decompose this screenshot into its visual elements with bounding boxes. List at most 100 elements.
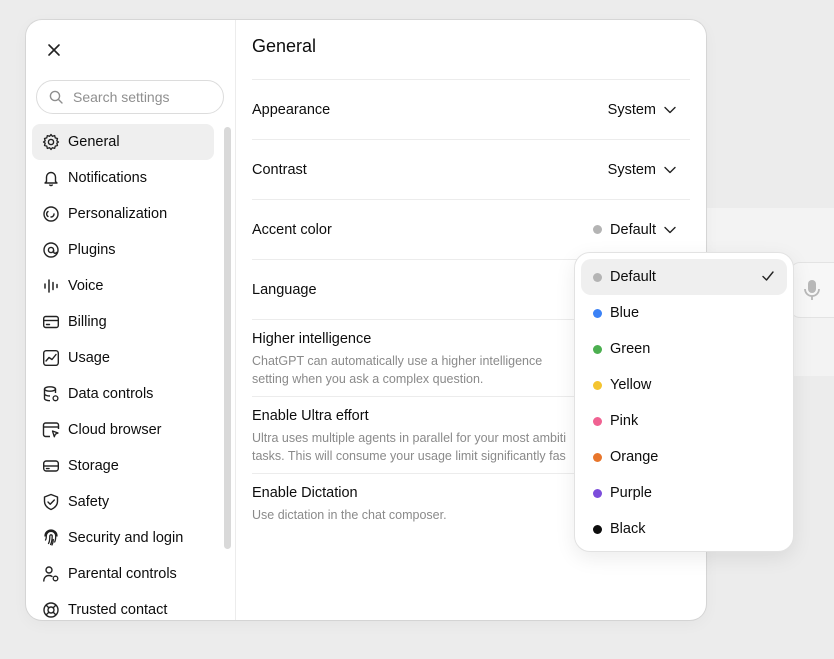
higher-intelligence-desc-line2: setting when you ask a complex question. — [252, 372, 484, 386]
accent-option-black[interactable]: Black — [581, 511, 787, 547]
browser-icon — [42, 422, 60, 438]
sidebar-item-label: Security and login — [68, 530, 184, 546]
gear-icon — [42, 133, 60, 151]
color-swatch — [593, 272, 602, 282]
background-mic-button — [790, 262, 834, 318]
sidebar-item-personalization[interactable]: Personalization — [32, 196, 214, 232]
contrast-value: System — [607, 161, 656, 178]
sidebar-item-label: Plugins — [68, 242, 116, 258]
color-swatch — [593, 416, 602, 426]
color-swatch — [593, 380, 602, 390]
plugins-icon — [43, 242, 59, 258]
lifebuoy-icon — [43, 602, 59, 618]
search-settings-field[interactable] — [36, 80, 224, 114]
ultra-effort-desc-line1: Ultra uses multiple agents in parallel f… — [252, 431, 567, 445]
accent-option-default[interactable]: Default — [581, 259, 787, 295]
sidebar-item-label: Personalization — [68, 206, 168, 222]
sidebar-item-data-controls[interactable]: Data controls — [32, 376, 214, 412]
shield-icon — [43, 493, 59, 511]
search-icon — [49, 90, 63, 104]
sidebar-item-label: Cloud browser — [68, 422, 162, 438]
color-swatch — [593, 344, 602, 354]
credit-card-icon — [43, 315, 60, 329]
settings-sidebar: General Notifications Personalization — [26, 20, 236, 620]
accent-option-blue[interactable]: Blue — [581, 295, 787, 331]
close-button[interactable] — [42, 38, 66, 62]
personalization-icon — [43, 206, 59, 222]
appearance-row: Appearance System — [252, 79, 690, 139]
color-swatch — [593, 524, 602, 534]
accent-option-green[interactable]: Green — [581, 331, 787, 367]
option-label: Orange — [610, 449, 659, 465]
option-label: Pink — [610, 413, 639, 429]
close-icon — [48, 44, 60, 56]
microphone-icon — [804, 280, 820, 300]
sidebar-item-trusted-contact[interactable]: Trusted contact — [32, 592, 214, 620]
chevron-down-icon — [664, 166, 676, 173]
sidebar-item-security-login[interactable]: Security and login — [32, 520, 214, 556]
accent-option-pink[interactable]: Pink — [581, 403, 787, 439]
sidebar-item-label: Trusted contact — [68, 602, 168, 618]
sidebar-item-label: Billing — [68, 314, 107, 330]
ultra-effort-desc-line2: tasks. This will consume your usage limi… — [252, 449, 566, 463]
appearance-select[interactable]: System — [608, 102, 690, 118]
chart-icon — [43, 350, 60, 367]
accent-color-value: Default — [610, 221, 656, 238]
sidebar-item-label: Parental controls — [68, 566, 177, 582]
sidebar-item-label: General — [68, 134, 120, 150]
fingerprint-icon — [44, 529, 58, 546]
voice-waveform-icon — [44, 279, 58, 293]
option-label: Blue — [610, 305, 640, 321]
appearance-label: Appearance — [252, 101, 331, 118]
sidebar-item-general[interactable]: General — [32, 124, 214, 160]
storage-icon — [43, 460, 60, 472]
contrast-select[interactable]: System — [608, 162, 690, 178]
sidebar-item-safety[interactable]: Safety — [32, 484, 214, 520]
sidebar-item-cloud-browser[interactable]: Cloud browser — [32, 412, 214, 448]
sidebar-item-plugins[interactable]: Plugins — [32, 232, 214, 268]
language-label: Language — [252, 281, 317, 298]
option-label: Purple — [610, 485, 652, 501]
accent-option-orange[interactable]: Orange — [581, 439, 787, 475]
database-icon — [43, 386, 59, 402]
sidebar-nav: General Notifications Personalization Pl… — [32, 124, 214, 620]
sidebar-item-voice[interactable]: Voice — [32, 268, 214, 304]
color-swatch — [593, 452, 602, 462]
checkmark-icon — [762, 271, 774, 281]
accent-color-select[interactable]: Default — [593, 222, 690, 238]
accent-color-dropdown: Default Blue Green Yellow Pink Orange Pu… — [574, 252, 794, 552]
accent-color-label: Accent color — [252, 221, 332, 238]
appearance-value: System — [607, 101, 656, 118]
sidebar-item-label: Data controls — [68, 386, 154, 402]
contrast-label: Contrast — [252, 161, 307, 178]
page-title: General — [252, 36, 317, 56]
option-label: Black — [610, 521, 646, 537]
dictation-desc: Use dictation in the chat composer. — [252, 508, 447, 522]
color-swatch — [593, 308, 602, 318]
sidebar-item-storage[interactable]: Storage — [32, 448, 214, 484]
accent-option-purple[interactable]: Purple — [581, 475, 787, 511]
sidebar-item-notifications[interactable]: Notifications — [32, 160, 214, 196]
sidebar-item-label: Storage — [68, 458, 119, 474]
parental-icon — [43, 566, 59, 582]
sidebar-item-label: Safety — [68, 494, 110, 510]
sidebar-item-usage[interactable]: Usage — [32, 340, 214, 376]
accent-color-row: Accent color Default — [252, 199, 690, 259]
sidebar-item-parental-controls[interactable]: Parental controls — [32, 556, 214, 592]
color-swatch — [593, 488, 602, 498]
option-label: Green — [610, 341, 651, 357]
sidebar-item-label: Notifications — [68, 170, 147, 186]
sidebar-item-billing[interactable]: Billing — [32, 304, 214, 340]
sidebar-item-label: Voice — [68, 278, 104, 294]
chevron-down-icon — [664, 226, 676, 233]
higher-intelligence-desc-line1: ChatGPT can automatically use a higher i… — [252, 354, 543, 368]
bell-icon — [44, 171, 58, 187]
sidebar-scrollbar[interactable] — [224, 127, 231, 549]
accent-option-yellow[interactable]: Yellow — [581, 367, 787, 403]
search-input[interactable] — [71, 88, 215, 106]
chevron-down-icon — [664, 106, 676, 113]
option-label: Default — [610, 269, 656, 285]
option-label: Yellow — [610, 377, 652, 393]
contrast-row: Contrast System — [252, 139, 690, 199]
accent-color-swatch — [593, 225, 603, 234]
